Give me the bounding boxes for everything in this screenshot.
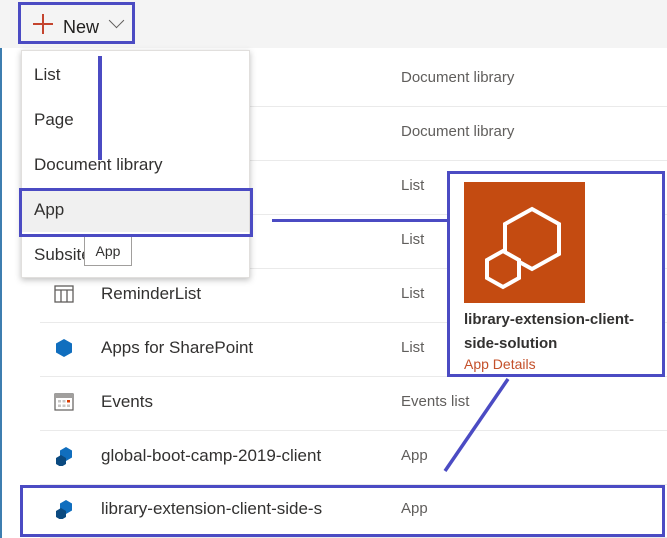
item-type: List <box>401 285 425 302</box>
new-button[interactable]: New <box>18 2 135 44</box>
app-package-icon <box>56 447 72 466</box>
left-border <box>0 0 2 538</box>
row-highlight-box <box>20 485 665 537</box>
chevron-down-icon <box>108 12 125 29</box>
item-type: App <box>401 447 428 464</box>
item-name[interactable]: Apps for SharePoint <box>101 338 331 358</box>
item-name[interactable]: Events <box>101 392 331 412</box>
item-name[interactable]: ReminderList <box>101 284 331 304</box>
menu-item-list[interactable]: List <box>22 53 249 97</box>
app-tooltip: App <box>84 236 132 266</box>
app-cube-icon <box>485 206 561 290</box>
connector-line <box>272 219 447 222</box>
hexagon-icon <box>56 339 72 357</box>
item-type: Document library <box>401 69 515 86</box>
new-button-label: New <box>63 17 100 37</box>
app-tile <box>464 182 585 303</box>
command-bar: New <box>0 0 667 48</box>
item-type: List <box>401 231 425 248</box>
list-icon <box>54 285 74 303</box>
item-type: List <box>401 177 425 194</box>
menu-item-label: Subsite <box>34 245 91 264</box>
connector-line-diagonal <box>443 378 510 472</box>
list-item[interactable]: global-boot-camp-2019-client App <box>40 430 667 485</box>
item-name[interactable]: global-boot-camp-2019-client <box>101 446 331 466</box>
app-card-title: library-extension-client-side-solution <box>464 311 635 352</box>
app-item-highlight-box <box>19 188 253 237</box>
menu-item-subsite[interactable]: Subsite <box>22 233 249 277</box>
plus-icon <box>33 14 53 34</box>
menu-item-page[interactable]: Page <box>22 98 249 142</box>
menu-item-label: List <box>34 65 61 84</box>
item-type: Document library <box>401 123 515 140</box>
calendar-icon <box>54 393 74 411</box>
menu-item-document-library[interactable]: Document library <box>22 143 249 187</box>
list-item[interactable]: Events Events list <box>40 376 667 431</box>
menu-item-label: Page <box>34 110 74 129</box>
app-card[interactable]: library-extension-client-side-solution A… <box>447 171 665 377</box>
app-details-link[interactable]: App Details <box>464 356 536 372</box>
connector-line <box>98 56 102 160</box>
item-type: List <box>401 339 425 356</box>
new-dropdown-menu: List Page Document library App Subsite <box>21 50 250 278</box>
